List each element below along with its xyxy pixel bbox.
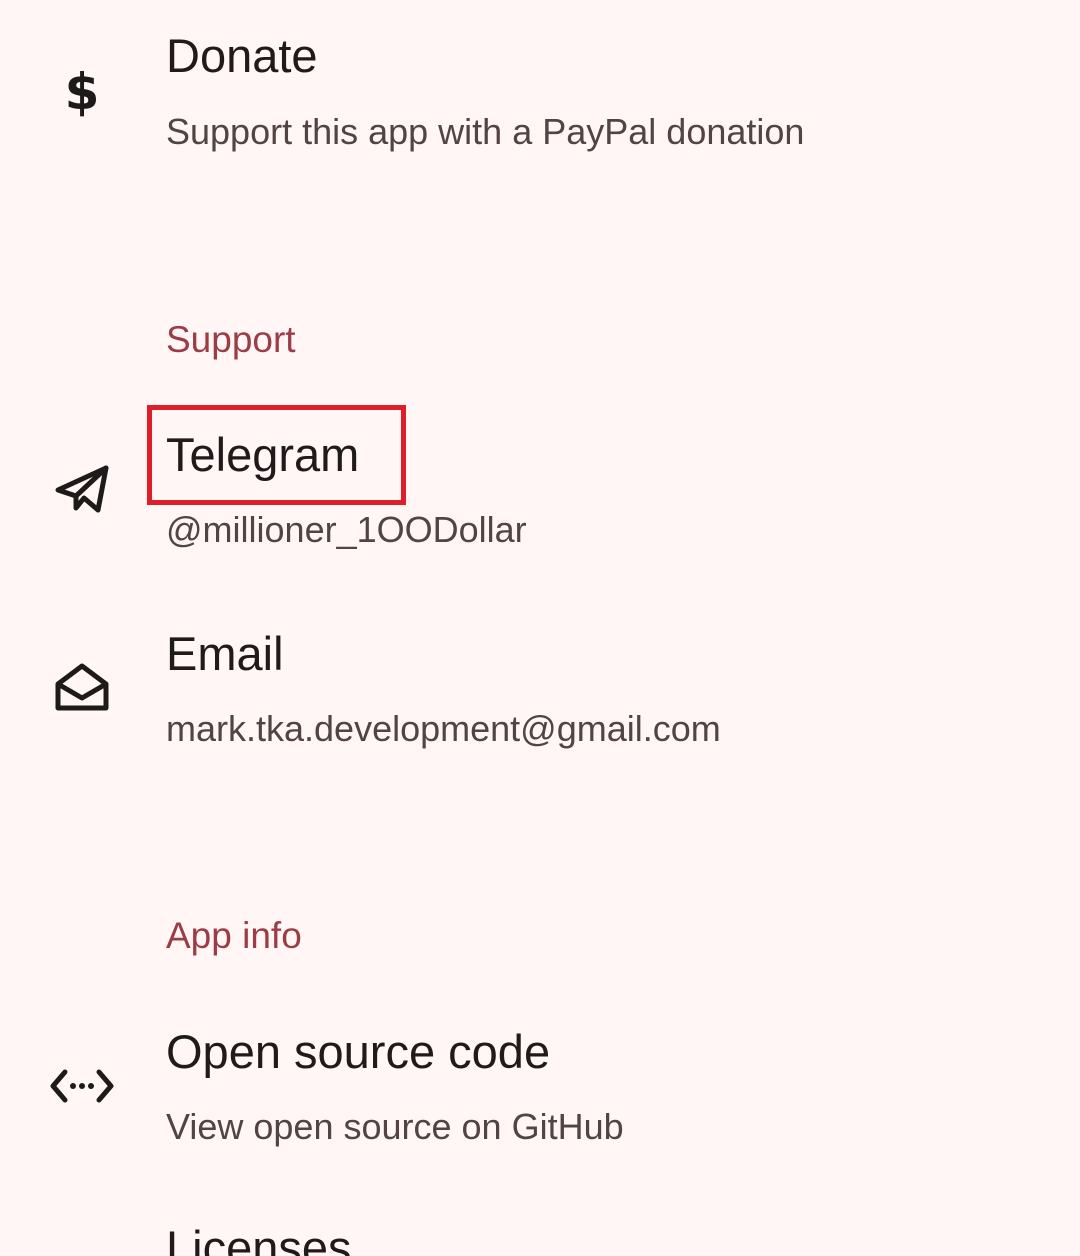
- source-code-title: Open source code: [166, 1025, 551, 1078]
- telegram-title: Telegram: [166, 428, 360, 481]
- donate-item[interactable]: $ Donate Support this app with a PayPal …: [0, 0, 1080, 200]
- dollar-icon: $: [64, 63, 100, 121]
- donate-title: Donate: [166, 29, 318, 82]
- licenses-title: Licenses: [166, 1221, 352, 1256]
- mail-open-icon: [48, 654, 116, 722]
- licenses-item[interactable]: Licenses: [0, 1200, 1080, 1256]
- telegram-summary: @millioner_1OODollar: [166, 509, 527, 550]
- source-code-summary: View open source on GitHub: [166, 1106, 624, 1147]
- source-code-item[interactable]: Open source code View open source on Git…: [0, 1000, 1080, 1180]
- email-item[interactable]: Email mark.tka.development@gmail.com: [0, 600, 1080, 780]
- telegram-send-icon: [48, 455, 116, 523]
- app-info-section-header: App info: [166, 915, 302, 956]
- email-title: Email: [166, 627, 284, 680]
- support-section-header: Support: [166, 319, 296, 360]
- code-icon: [48, 1052, 116, 1120]
- donate-summary: Support this app with a PayPal donation: [166, 111, 805, 152]
- settings-screen: $ Donate Support this app with a PayPal …: [0, 0, 1080, 1256]
- telegram-item[interactable]: Telegram @millioner_1OODollar: [0, 400, 1080, 580]
- email-summary: mark.tka.development@gmail.com: [166, 708, 721, 749]
